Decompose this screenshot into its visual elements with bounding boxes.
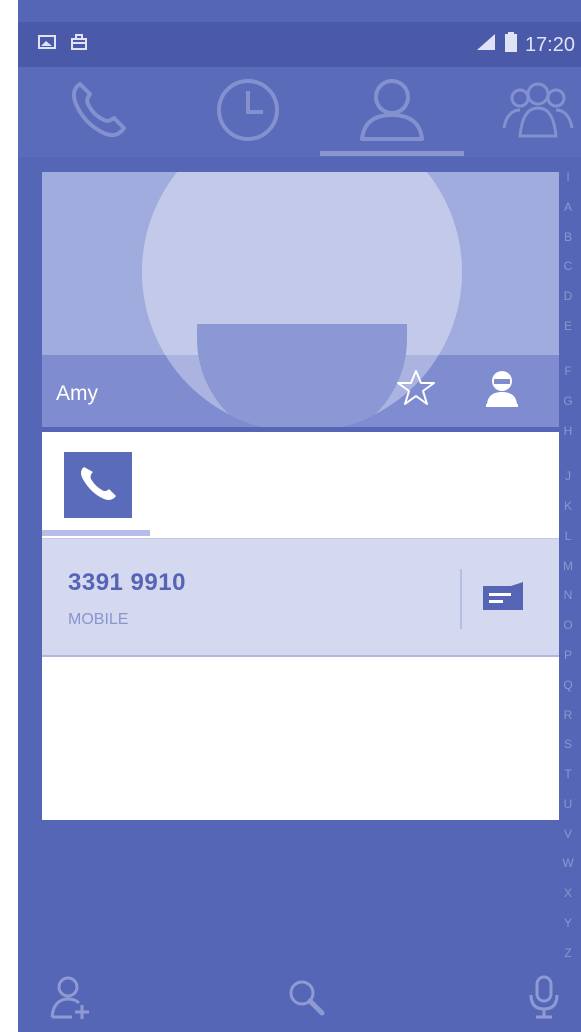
details-tab-underline <box>42 530 150 536</box>
alphabet-index-letter[interactable]: B <box>560 230 576 244</box>
contacts-screen: 17:20 Amy 3391 9910 MOBILE I A B C D E F… <box>0 0 581 1032</box>
alphabet-index-letter[interactable]: S <box>560 737 576 751</box>
alphabet-index-letter[interactable]: O <box>560 618 576 632</box>
tab-groups[interactable] <box>468 67 581 157</box>
tab-bar <box>18 67 581 157</box>
message-icon <box>481 581 525 619</box>
battery-icon <box>504 32 517 58</box>
alphabet-index-letter[interactable]: V <box>560 827 576 841</box>
alphabet-index-letter[interactable]: Q <box>560 678 576 692</box>
microphone-icon <box>526 973 562 1026</box>
alphabet-index-letter[interactable]: E <box>560 319 576 333</box>
tab-phone[interactable] <box>28 67 168 157</box>
alphabet-index-letter[interactable]: F <box>560 364 576 378</box>
status-bar: 17:20 <box>18 22 581 67</box>
alphabet-index-letter[interactable]: Z <box>560 946 576 960</box>
alphabet-index-letter[interactable]: J <box>560 469 576 483</box>
tab-contacts[interactable] <box>322 67 462 157</box>
alphabet-index-letter[interactable]: G <box>560 394 576 408</box>
alphabet-index-letter[interactable]: H <box>560 424 576 438</box>
alphabet-index-letter[interactable]: D <box>560 289 576 303</box>
contact-name: Amy <box>56 382 98 405</box>
avatar-shoulders <box>197 324 407 427</box>
signal-icon <box>475 32 497 58</box>
phone-type-label: MOBILE <box>68 611 129 628</box>
send-message-button[interactable] <box>478 575 528 625</box>
contact-account-button[interactable] <box>484 368 524 412</box>
alphabet-index-letter[interactable]: T <box>560 767 576 781</box>
clock-icon <box>213 75 283 150</box>
screen-left-edge <box>0 0 18 1032</box>
search-button[interactable] <box>276 974 336 1024</box>
alphabet-index[interactable]: I A B C D E F G H J K L M N O P Q R S T U V W X Y Z <box>560 170 576 960</box>
alphabet-index-letter[interactable]: M <box>560 559 576 573</box>
alphabet-index-letter[interactable]: R <box>560 708 576 722</box>
tab-selected-indicator <box>320 151 464 156</box>
alphabet-index-letter[interactable]: N <box>560 588 576 602</box>
alphabet-index-letter[interactable]: W <box>560 856 576 870</box>
contact-header: Amy <box>42 172 559 427</box>
phone-details-tab[interactable] <box>64 452 132 518</box>
status-left-icons <box>38 34 88 55</box>
star-outline-icon <box>396 370 436 412</box>
search-icon <box>284 975 328 1024</box>
image-notification-icon <box>38 34 56 55</box>
shop-notification-icon <box>70 34 88 55</box>
phone-icon <box>76 461 120 510</box>
bottom-action-bar <box>18 960 581 1032</box>
phone-number: 3391 9910 <box>68 569 186 596</box>
alphabet-index-letter[interactable]: K <box>560 499 576 513</box>
voice-search-button[interactable] <box>514 974 574 1024</box>
alphabet-index-letter[interactable]: C <box>560 259 576 273</box>
alphabet-index-letter[interactable]: A <box>560 200 576 214</box>
alphabet-index-letter[interactable]: L <box>560 529 576 543</box>
favorite-button[interactable] <box>396 368 436 412</box>
alphabet-index-letter[interactable]: P <box>560 648 576 662</box>
add-person-icon <box>48 973 92 1026</box>
status-right-icons: 17:20 <box>475 32 575 58</box>
status-time: 17:20 <box>524 33 575 56</box>
group-icon <box>498 80 578 145</box>
contact-card-icon <box>484 371 520 412</box>
row-divider <box>460 569 462 629</box>
add-contact-button[interactable] <box>40 974 100 1024</box>
tab-call-log[interactable] <box>178 67 318 157</box>
alphabet-index-letter[interactable]: Y <box>560 916 576 930</box>
person-icon <box>352 75 432 150</box>
alphabet-index-letter[interactable]: I <box>560 170 576 184</box>
details-tab-area <box>42 432 559 538</box>
phone-number-row[interactable]: 3391 9910 MOBILE <box>42 538 559 657</box>
contact-details-card: 3391 9910 MOBILE <box>42 432 559 820</box>
alphabet-index-letter[interactable]: X <box>560 886 576 900</box>
phone-icon <box>66 78 130 147</box>
alphabet-index-letter[interactable]: U <box>560 797 576 811</box>
